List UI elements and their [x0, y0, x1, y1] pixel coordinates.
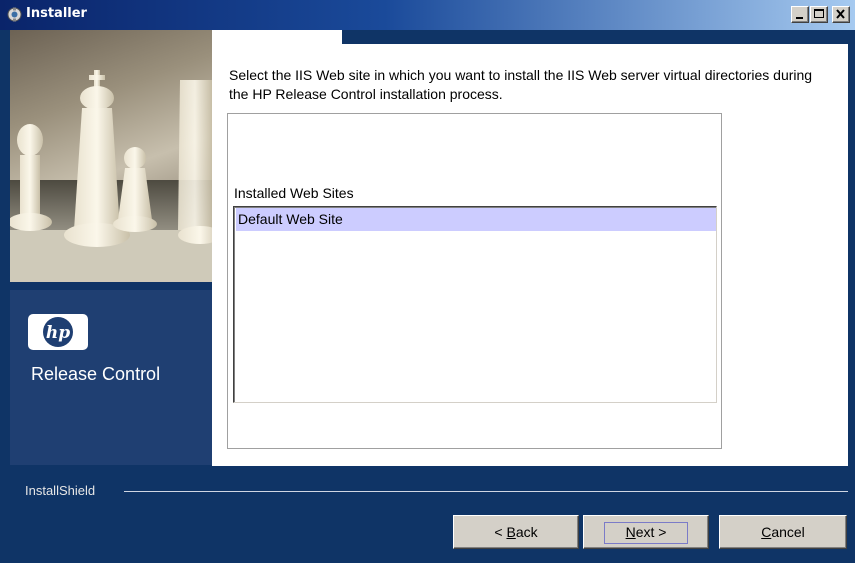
back-button-prefix: < [494, 524, 507, 540]
back-button-label: ack [515, 524, 538, 540]
chess-pieces-banner [10, 30, 212, 282]
installshield-brand: InstallShield [25, 483, 96, 498]
cancel-button[interactable]: Cancel [719, 515, 847, 549]
hp-logo-text: hp [46, 323, 70, 343]
close-icon [836, 9, 845, 19]
cancel-button-mnemonic: C [761, 524, 772, 540]
next-button-label: ext > [635, 524, 667, 540]
cancel-button-label: ancel [771, 524, 805, 540]
list-item[interactable]: Default Web Site [236, 208, 716, 231]
window-title: Installer [26, 6, 87, 21]
back-button-mnemonic: B [506, 524, 516, 540]
instructions-text: Select the IIS Web site in which you wan… [229, 67, 813, 102]
header-strip [212, 30, 342, 44]
minimize-button[interactable] [791, 6, 809, 23]
installed-web-sites-label: Installed Web Sites [234, 185, 354, 201]
maximize-button[interactable] [810, 6, 828, 23]
installer-window: Installer hp Release Control Select the … [0, 0, 855, 563]
close-button[interactable] [832, 6, 850, 23]
hp-logo: hp [28, 314, 88, 350]
product-name: Release Control [31, 364, 161, 384]
installer-app-icon [7, 7, 22, 22]
title-bar[interactable]: Installer [0, 0, 855, 30]
next-button-mnemonic: N [625, 524, 636, 540]
back-button[interactable]: < Back [453, 515, 579, 549]
web-sites-list[interactable]: Default Web Site [233, 206, 717, 403]
maximize-icon [814, 9, 824, 18]
minimize-icon [796, 17, 803, 19]
divider [124, 491, 848, 492]
next-button[interactable]: Next > [583, 515, 709, 549]
